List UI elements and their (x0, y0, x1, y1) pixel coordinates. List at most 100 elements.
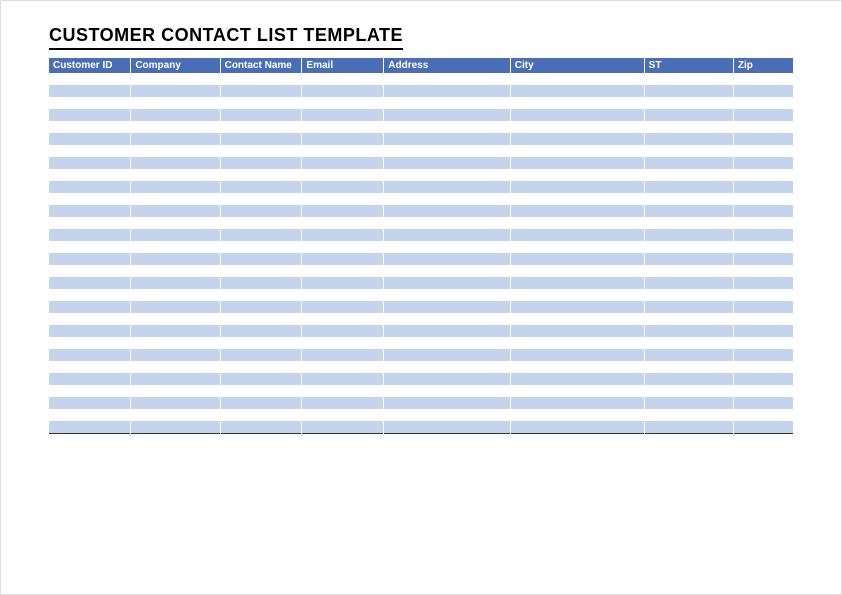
table-cell (510, 157, 644, 169)
table-cell (302, 349, 384, 361)
table-cell (220, 85, 302, 97)
table-cell (131, 385, 220, 397)
table-cell (644, 313, 733, 325)
table-cell (644, 409, 733, 421)
table-cell (384, 109, 510, 121)
table-cell (49, 85, 131, 97)
table-cell (384, 145, 510, 157)
table-row (49, 241, 793, 253)
table-cell (733, 241, 793, 253)
table-row (49, 157, 793, 169)
table-cell (131, 181, 220, 193)
table-cell (384, 349, 510, 361)
table-row (49, 409, 793, 421)
table-cell (49, 385, 131, 397)
table-cell (302, 85, 384, 97)
table-cell (733, 373, 793, 385)
table-cell (220, 421, 302, 433)
table-row (49, 109, 793, 121)
contact-table: Customer ID Company Contact Name Email A… (49, 58, 793, 434)
table-cell (733, 349, 793, 361)
table-cell (384, 97, 510, 109)
table-cell (733, 313, 793, 325)
page-title: CUSTOMER CONTACT LIST TEMPLATE (49, 25, 403, 50)
table-cell (49, 109, 131, 121)
table-row (49, 277, 793, 289)
table-row (49, 325, 793, 337)
table-cell (49, 229, 131, 241)
table-cell (49, 97, 131, 109)
table-row (49, 85, 793, 97)
table-cell (302, 385, 384, 397)
col-header-customer-id: Customer ID (49, 58, 131, 73)
table-cell (644, 145, 733, 157)
table-cell (302, 253, 384, 265)
table-cell (220, 217, 302, 229)
table-row (49, 133, 793, 145)
table-cell (733, 361, 793, 373)
table-cell (733, 409, 793, 421)
table-cell (384, 193, 510, 205)
table-cell (302, 181, 384, 193)
table-cell (644, 241, 733, 253)
table-cell (302, 361, 384, 373)
table-cell (733, 397, 793, 409)
table-cell (302, 373, 384, 385)
table-cell (302, 421, 384, 433)
table-cell (220, 313, 302, 325)
table-cell (510, 265, 644, 277)
table-cell (733, 121, 793, 133)
table-cell (644, 217, 733, 229)
table-cell (49, 73, 131, 85)
table-cell (49, 253, 131, 265)
table-cell (510, 193, 644, 205)
table-cell (384, 133, 510, 145)
table-cell (49, 301, 131, 313)
table-cell (49, 205, 131, 217)
table-cell (384, 241, 510, 253)
table-cell (510, 349, 644, 361)
table-cell (510, 97, 644, 109)
table-cell (131, 409, 220, 421)
table-cell (220, 133, 302, 145)
table-cell (302, 301, 384, 313)
table-cell (49, 121, 131, 133)
table-cell (510, 205, 644, 217)
table-cell (49, 325, 131, 337)
table-cell (302, 397, 384, 409)
table-cell (510, 373, 644, 385)
table-cell (302, 277, 384, 289)
table-cell (49, 421, 131, 433)
table-cell (644, 73, 733, 85)
table-cell (510, 325, 644, 337)
table-row (49, 169, 793, 181)
table-cell (384, 121, 510, 133)
table-cell (384, 409, 510, 421)
table-cell (220, 373, 302, 385)
table-cell (220, 277, 302, 289)
table-cell (510, 409, 644, 421)
table-cell (384, 325, 510, 337)
table-cell (49, 397, 131, 409)
table-cell (510, 181, 644, 193)
table-cell (220, 121, 302, 133)
table-row (49, 373, 793, 385)
table-cell (510, 121, 644, 133)
table-cell (131, 217, 220, 229)
table-row (49, 349, 793, 361)
table-cell (49, 157, 131, 169)
table-cell (131, 73, 220, 85)
table-cell (384, 385, 510, 397)
table-cell (510, 421, 644, 433)
table-cell (644, 373, 733, 385)
table-cell (384, 253, 510, 265)
table-cell (384, 169, 510, 181)
table-cell (220, 241, 302, 253)
table-cell (644, 361, 733, 373)
table-cell (733, 229, 793, 241)
table-cell (733, 85, 793, 97)
table-cell (220, 181, 302, 193)
table-cell (733, 205, 793, 217)
table-cell (510, 217, 644, 229)
table-cell (131, 373, 220, 385)
